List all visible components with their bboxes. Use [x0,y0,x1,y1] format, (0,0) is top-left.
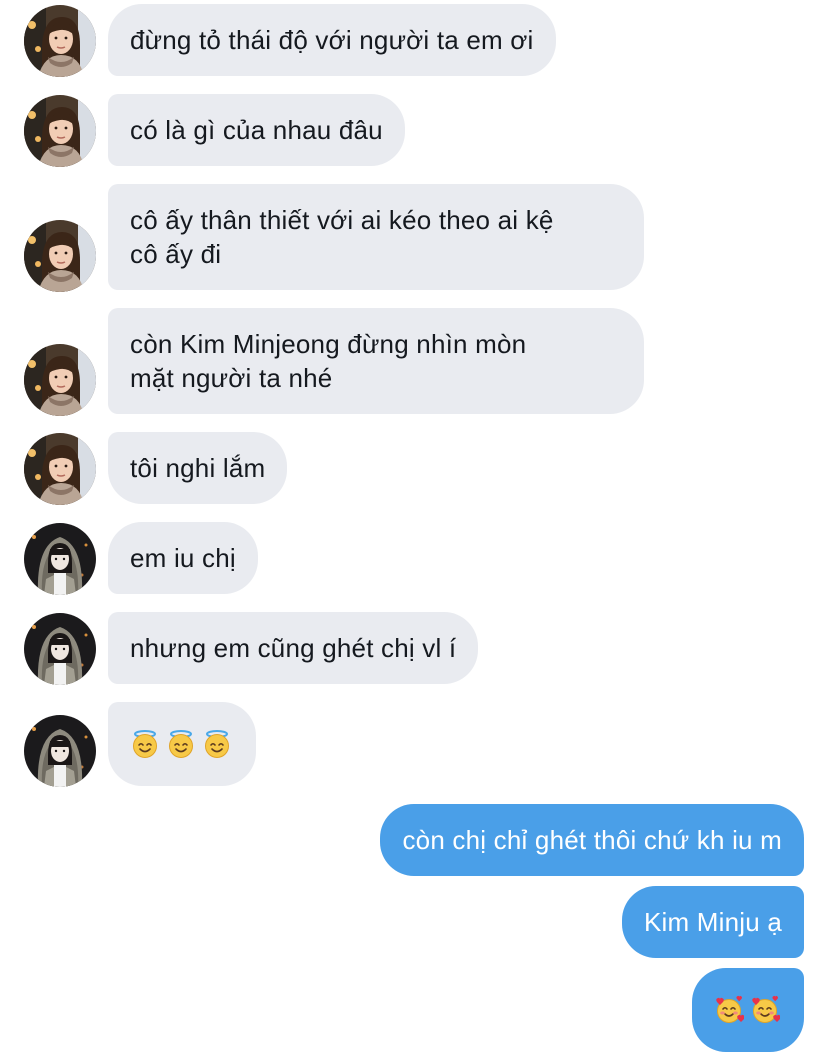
smiling-face-with-halo-icon [166,729,196,759]
message-text: tôi nghi lắm [130,453,266,483]
incoming-message-bubble[interactable]: còn Kim Minjeong đừng nhìn mòn mặt người… [108,308,644,414]
avatar-contact-a[interactable] [24,5,96,77]
message-text: nhưng em cũng ghét chị vl í [130,633,457,663]
message-text-block: còn Kim Minjeong đừng nhìn mòn mặt người… [130,327,526,395]
avatar-contact-a[interactable] [24,95,96,167]
outgoing-message-bubble[interactable]: còn chị chỉ ghét thôi chứ kh iu m [380,804,804,876]
profile-photo-icon [24,715,96,787]
profile-photo-icon [24,95,96,167]
message-text-line: mặt người ta nhé [130,363,333,393]
profile-photo-icon [24,613,96,685]
message-text-block: cô ấy thân thiết với ai kéo theo ai kệ c… [130,203,554,271]
message-text: còn chị chỉ ghét thôi chứ kh iu m [402,825,782,855]
avatar-contact-a[interactable] [24,220,96,292]
avatar-contact-b[interactable] [24,523,96,595]
smiling-face-with-hearts-icon [750,995,780,1025]
profile-photo-icon [24,5,96,77]
profile-photo-icon [24,523,96,595]
incoming-message-bubble[interactable]: em iu chị [108,522,258,594]
message-text: có là gì của nhau đâu [130,115,383,145]
outgoing-emoji-bubble[interactable] [692,968,804,1052]
incoming-message-bubble[interactable]: tôi nghi lắm [108,432,288,504]
message-thread: đừng tỏ thái độ với người ta em ơi có là… [0,0,828,1056]
emoji-row [130,729,232,759]
incoming-emoji-bubble[interactable] [108,702,256,786]
message-text-line: cô ấy đi [130,239,222,269]
avatar-contact-b[interactable] [24,715,96,787]
avatar-contact-a[interactable] [24,344,96,416]
incoming-message-bubble[interactable]: đừng tỏ thái độ với người ta em ơi [108,4,556,76]
profile-photo-icon [24,344,96,416]
message-text: em iu chị [130,543,236,573]
outgoing-message-bubble[interactable]: Kim Minju ạ [621,886,804,958]
smiling-face-with-hearts-icon [714,995,744,1025]
message-text-line: còn Kim Minjeong đừng nhìn mòn [130,329,527,359]
profile-photo-icon [24,433,96,505]
smiling-face-with-halo-icon [202,729,232,759]
incoming-message-bubble[interactable]: có là gì của nhau đâu [108,94,405,166]
message-text: đừng tỏ thái độ với người ta em ơi [130,25,534,55]
emoji-row [714,995,780,1025]
avatar-contact-b[interactable] [24,613,96,685]
incoming-message-bubble[interactable]: cô ấy thân thiết với ai kéo theo ai kệ c… [108,184,644,290]
message-text: Kim Minju ạ [643,907,782,937]
avatar-contact-a[interactable] [24,433,96,505]
incoming-message-bubble[interactable]: nhưng em cũng ghét chị vl í [108,612,479,684]
profile-photo-icon [24,220,96,292]
smiling-face-with-halo-icon [130,729,160,759]
message-text-line: cô ấy thân thiết với ai kéo theo ai kệ [130,205,554,235]
